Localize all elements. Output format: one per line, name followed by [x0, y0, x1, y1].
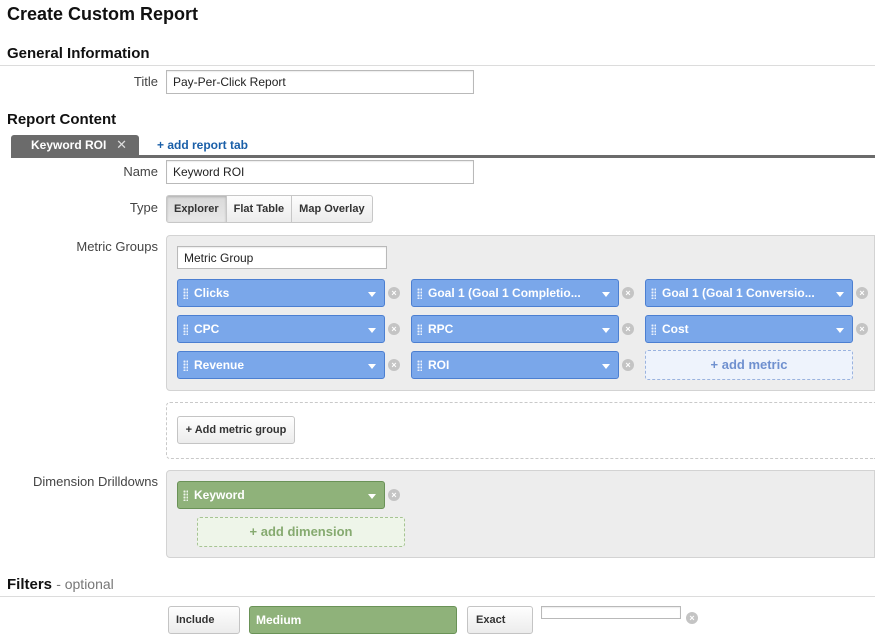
metric-chip[interactable]: ROI	[411, 351, 619, 379]
drag-handle-icon[interactable]	[183, 324, 188, 335]
drag-handle-icon[interactable]	[651, 288, 656, 299]
report-content-heading: Report Content	[7, 111, 117, 128]
type-label: Type	[129, 200, 158, 215]
metric-chip[interactable]: CPC	[177, 315, 385, 343]
general-info-heading: General Information	[7, 45, 150, 62]
chevron-down-icon[interactable]	[602, 364, 610, 369]
tab-underline	[11, 155, 875, 158]
chevron-down-icon[interactable]	[602, 292, 610, 297]
remove-icon[interactable]: ×	[388, 287, 400, 299]
section-divider	[0, 596, 875, 597]
add-report-tab-link[interactable]: + add report tab	[157, 138, 248, 152]
type-explorer-button[interactable]: Explorer	[167, 196, 227, 222]
metric-chip[interactable]: Goal 1 (Goal 1 Completio...	[411, 279, 619, 307]
filters-heading: Filters - optional	[7, 576, 114, 593]
title-label: Title	[133, 74, 158, 89]
add-metric-button[interactable]: + add metric	[645, 350, 853, 380]
remove-icon[interactable]: ×	[388, 489, 400, 501]
type-map-overlay-button[interactable]: Map Overlay	[292, 196, 371, 222]
drag-handle-icon[interactable]	[417, 288, 422, 299]
chevron-down-icon[interactable]	[836, 292, 844, 297]
match-type-select[interactable]: Exact	[467, 606, 533, 634]
chevron-down-icon[interactable]	[836, 328, 844, 333]
remove-icon[interactable]: ×	[856, 323, 868, 335]
drag-handle-icon[interactable]	[651, 324, 656, 335]
page-title: Create Custom Report	[7, 4, 199, 24]
report-type-selector: Explorer Flat Table Map Overlay	[166, 195, 373, 223]
remove-icon[interactable]: ×	[622, 359, 634, 371]
drag-handle-icon[interactable]	[417, 324, 422, 335]
chevron-down-icon[interactable]	[368, 364, 376, 369]
chevron-down-icon[interactable]	[368, 494, 376, 499]
metric-chip[interactable]: Revenue	[177, 351, 385, 379]
add-dimension-button[interactable]: + add dimension	[197, 517, 405, 547]
metric-chip[interactable]: Clicks	[177, 279, 385, 307]
dimension-drilldowns-label: Dimension Drilldowns	[33, 474, 158, 489]
report-tab-label: Keyword ROI	[31, 138, 107, 152]
chevron-down-icon[interactable]	[368, 292, 376, 297]
dimension-chip[interactable]: Keyword	[177, 481, 385, 509]
report-tab-keyword-roi[interactable]: Keyword ROI ✕	[11, 135, 139, 155]
metric-chip[interactable]: Goal 1 (Goal 1 Conversio...	[645, 279, 853, 307]
metric-group-name-input[interactable]: Metric Group	[177, 246, 387, 269]
filter-value-input[interactable]	[541, 606, 681, 619]
remove-icon[interactable]: ×	[622, 323, 634, 335]
drag-handle-icon[interactable]	[183, 490, 188, 501]
close-tab-icon[interactable]: ✕	[116, 135, 127, 155]
drag-handle-icon[interactable]	[417, 360, 422, 371]
chevron-down-icon[interactable]	[368, 328, 376, 333]
metric-chip[interactable]: Cost	[645, 315, 853, 343]
section-divider	[0, 65, 875, 66]
remove-icon[interactable]: ×	[622, 287, 634, 299]
chevron-down-icon[interactable]	[602, 328, 610, 333]
include-select[interactable]: Include	[168, 606, 240, 634]
metric-chip[interactable]: RPC	[411, 315, 619, 343]
filter-dimension-chip[interactable]: Medium	[249, 606, 457, 634]
remove-icon[interactable]: ×	[388, 359, 400, 371]
remove-icon[interactable]: ×	[686, 612, 698, 624]
remove-icon[interactable]: ×	[856, 287, 868, 299]
metric-groups-label: Metric Groups	[76, 239, 158, 254]
type-flat-table-button[interactable]: Flat Table	[227, 196, 293, 222]
title-input[interactable]: Pay-Per-Click Report	[166, 70, 474, 94]
drag-handle-icon[interactable]	[183, 360, 188, 371]
remove-icon[interactable]: ×	[388, 323, 400, 335]
name-label: Name	[123, 164, 158, 179]
add-metric-group-button[interactable]: + Add metric group	[177, 416, 295, 444]
name-input[interactable]: Keyword ROI	[166, 160, 474, 184]
drag-handle-icon[interactable]	[183, 288, 188, 299]
